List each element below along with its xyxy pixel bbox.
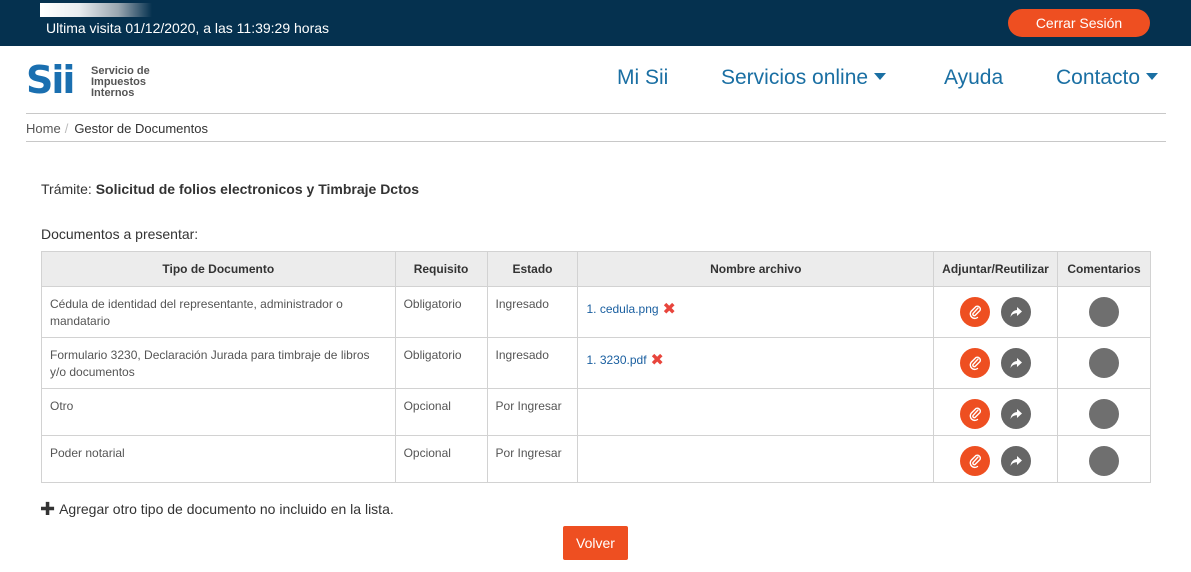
delete-icon[interactable]: ✖ bbox=[663, 301, 676, 318]
share-arrow-icon bbox=[1010, 456, 1023, 466]
nav-servicios-online[interactable]: Servicios online bbox=[721, 66, 887, 90]
file-link[interactable]: 1. cedula.png bbox=[586, 302, 658, 316]
delete-icon[interactable]: ✖ bbox=[651, 352, 664, 369]
tramite-line: Trámite: Solicitud de folios electronico… bbox=[41, 181, 419, 197]
chevron-down-icon bbox=[874, 73, 887, 81]
cell-estado: Ingresado bbox=[486, 337, 579, 389]
table-row: Formulario 3230, Declaración Jurada para… bbox=[41, 337, 1151, 389]
cell-requisito: Opcional bbox=[394, 388, 488, 436]
paperclip-icon bbox=[969, 305, 981, 320]
share-arrow-icon bbox=[1010, 409, 1023, 419]
cell-tipo: Otro bbox=[41, 388, 396, 436]
logo-mark: Sii bbox=[26, 58, 75, 102]
logo-org-name: Servicio de Impuestos Internos bbox=[91, 65, 150, 99]
cell-archivo: 1. cedula.png ✖ bbox=[577, 286, 935, 338]
chevron-down-icon bbox=[1146, 73, 1159, 81]
paperclip-icon bbox=[969, 356, 981, 371]
table-row: Cédula de identidad del representante, a… bbox=[41, 286, 1151, 338]
reuse-button[interactable] bbox=[1001, 348, 1032, 378]
cell-actions bbox=[933, 337, 1058, 389]
comment-button[interactable] bbox=[1089, 348, 1119, 378]
header-adjuntar: Adjuntar/Reutilizar bbox=[933, 251, 1058, 287]
table-header-row: Tipo de Documento Requisito Estado Nombr… bbox=[41, 251, 1151, 287]
breadcrumb-current: Gestor de Documentos bbox=[74, 121, 208, 136]
breadcrumb-separator: / bbox=[64, 121, 69, 136]
last-visit-text: Ultima visita 01/12/2020, a las 11:39:29… bbox=[46, 20, 330, 36]
redacted-username bbox=[40, 3, 152, 17]
cell-requisito: Obligatorio bbox=[394, 286, 488, 338]
cell-comments bbox=[1057, 286, 1151, 338]
nav-mi-sii[interactable]: Mi Sii bbox=[617, 66, 668, 90]
paperclip-icon bbox=[969, 454, 981, 469]
cell-actions bbox=[933, 388, 1058, 436]
attach-button[interactable] bbox=[960, 297, 991, 327]
cell-estado: Ingresado bbox=[486, 286, 579, 338]
header-requisito: Requisito bbox=[394, 251, 488, 287]
attach-button[interactable] bbox=[960, 348, 991, 378]
table-row: Otro Opcional Por Ingresar bbox=[41, 388, 1151, 436]
cell-tipo: Cédula de identidad del representante, a… bbox=[41, 286, 396, 338]
paperclip-icon bbox=[969, 407, 981, 422]
cell-estado: Por Ingresar bbox=[486, 388, 579, 436]
sii-logo[interactable]: Sii Servicio de Impuestos Internos bbox=[26, 56, 166, 104]
breadcrumb-home[interactable]: Home bbox=[26, 121, 61, 136]
cell-comments bbox=[1057, 435, 1151, 483]
add-other-label: Agregar otro tipo de documento no inclui… bbox=[59, 501, 394, 517]
cell-actions bbox=[933, 286, 1058, 338]
cell-archivo bbox=[577, 435, 935, 483]
cell-archivo: 1. 3230.pdf ✖ bbox=[577, 337, 935, 389]
nav-contacto[interactable]: Contacto bbox=[1056, 66, 1159, 90]
cell-requisito: Obligatorio bbox=[394, 337, 488, 389]
attach-button[interactable] bbox=[960, 446, 991, 476]
divider bbox=[26, 113, 1166, 114]
breadcrumb: Home / Gestor de Documentos bbox=[26, 121, 208, 136]
header-nombre-archivo: Nombre archivo bbox=[577, 251, 935, 287]
reuse-button[interactable] bbox=[1001, 399, 1032, 429]
tramite-value: Solicitud de folios electronicos y Timbr… bbox=[95, 181, 420, 197]
comment-button[interactable] bbox=[1089, 297, 1119, 327]
comment-button[interactable] bbox=[1089, 399, 1119, 429]
tramite-label: Trámite: bbox=[41, 181, 92, 197]
share-arrow-icon bbox=[1010, 358, 1023, 368]
top-bar: Ultima visita 01/12/2020, a las 11:39:29… bbox=[0, 0, 1191, 46]
header-comentarios: Comentarios bbox=[1057, 251, 1151, 287]
cell-comments bbox=[1057, 388, 1151, 436]
attach-button[interactable] bbox=[960, 399, 991, 429]
cell-tipo: Poder notarial bbox=[41, 435, 396, 483]
cell-comments bbox=[1057, 337, 1151, 389]
nav-ayuda[interactable]: Ayuda bbox=[944, 66, 1003, 90]
cell-archivo bbox=[577, 388, 935, 436]
header-tipo: Tipo de Documento bbox=[41, 251, 396, 287]
add-other-document-link[interactable]: ✚ Agregar otro tipo de documento no inclu… bbox=[40, 499, 394, 520]
cell-estado: Por Ingresar bbox=[486, 435, 579, 483]
cell-tipo: Formulario 3230, Declaración Jurada para… bbox=[41, 337, 396, 389]
header-estado: Estado bbox=[486, 251, 579, 287]
plus-icon: ✚ bbox=[40, 499, 56, 519]
documents-title: Documentos a presentar: bbox=[41, 226, 199, 242]
share-arrow-icon bbox=[1010, 307, 1023, 317]
cell-actions bbox=[933, 435, 1058, 483]
documents-table: Tipo de Documento Requisito Estado Nombr… bbox=[41, 251, 1151, 483]
divider bbox=[26, 141, 1166, 142]
reuse-button[interactable] bbox=[1001, 297, 1032, 327]
table-row: Poder notarial Opcional Por Ingresar bbox=[41, 435, 1151, 483]
cell-requisito: Opcional bbox=[394, 435, 488, 483]
logout-button[interactable]: Cerrar Sesión bbox=[1008, 9, 1150, 37]
comment-button[interactable] bbox=[1089, 446, 1119, 476]
reuse-button[interactable] bbox=[1001, 446, 1032, 476]
back-button[interactable]: Volver bbox=[563, 526, 628, 560]
file-link[interactable]: 1. 3230.pdf bbox=[586, 353, 646, 367]
